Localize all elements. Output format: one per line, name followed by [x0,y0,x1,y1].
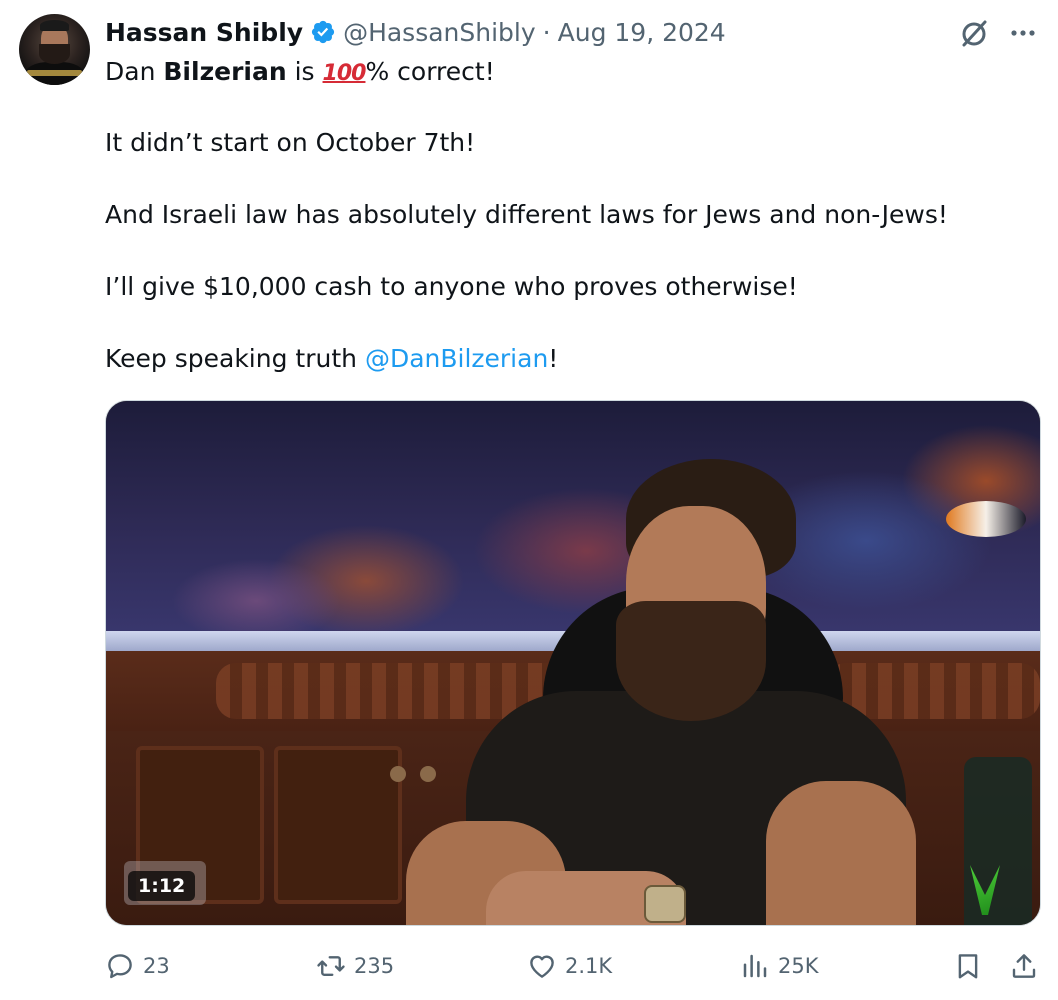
video-person-beard [616,601,766,721]
separator-dot: · [542,17,551,47]
bookmark-button[interactable] [952,948,984,984]
video-player[interactable]: 1:12 [105,400,1041,926]
video-fish [946,501,1026,537]
tweet-text-segment: is [286,57,323,86]
like-icon [530,955,554,978]
video-aquarium-background [106,401,1040,649]
video-cabinet-knob [420,766,436,782]
video-bottle [964,757,1032,925]
reply-button[interactable]: 23 [105,948,170,984]
tweet-bold-name: Bilzerian [163,57,287,86]
verified-badge-icon [311,20,335,44]
tweet-header: Hassan Shibly @HassanShibly · Aug 19, 20… [105,14,726,50]
like-count: 2.1K [565,954,613,978]
avatar[interactable] [19,14,90,85]
tweet-line-4: I’ll give $10,000 cash to anyone who pro… [105,272,798,301]
video-duration: 1:12 [128,871,196,901]
tweet-text-segment: ! [548,344,559,373]
avatar-cap [40,20,69,31]
repost-count: 235 [354,954,395,978]
tweet-line-3: And Israeli law has absolutely different… [105,200,948,229]
reply-count: 23 [143,954,170,978]
repost-icon [317,956,345,976]
avatar-shirt-print [27,70,82,76]
avatar-beard [39,44,70,64]
video-cabinet-door [274,746,402,904]
tweet-line-5: Keep speaking truth @DanBilzerian! [105,341,558,377]
views-button[interactable]: 25K [740,948,819,984]
tweet-text-segment: % correct! [365,57,495,86]
more-icon[interactable] [1006,16,1040,50]
tweet-date[interactable]: Aug 19, 2024 [558,18,726,47]
tweet-text-segment: Dan [105,57,164,86]
bookmark-icon [958,954,978,979]
tweet-text-segment: Keep speaking truth [105,344,365,373]
video-cabinet-knob [390,766,406,782]
repost-button[interactable]: 235 [316,948,394,984]
grok-icon[interactable] [957,16,991,50]
author-handle[interactable]: @HassanShibly [343,18,536,47]
video-person-arm [766,781,916,925]
hundred-points-emoji: 100 [322,61,367,86]
mention-link[interactable]: @DanBilzerian [365,344,548,373]
video-person-watch [644,885,686,923]
tweet-line-1: Dan Bilzerian is 100% correct! [105,54,495,92]
views-icon [743,954,767,978]
tweet-line-2: It didn’t start on October 7th! [105,128,476,157]
share-button[interactable] [1008,948,1040,984]
views-count: 25K [778,954,819,978]
author-name[interactable]: Hassan Shibly [105,18,303,47]
reply-icon [108,954,132,979]
share-icon [1012,954,1036,978]
like-button[interactable]: 2.1K [527,948,612,984]
